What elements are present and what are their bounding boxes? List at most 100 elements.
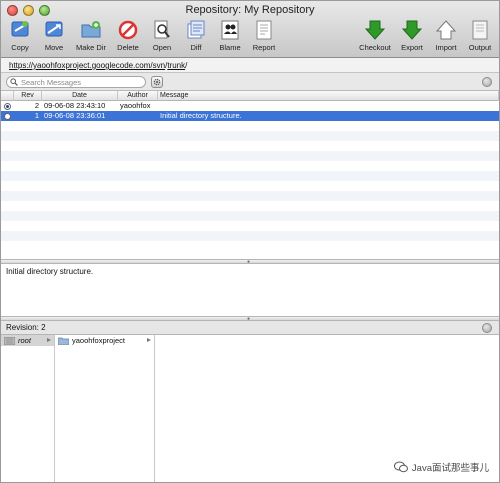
- repository-window: Repository: My Repository Copy Move Make…: [0, 0, 500, 483]
- open-icon: [154, 20, 170, 39]
- row-rev: 2: [34, 101, 39, 110]
- blame-icon: [221, 20, 239, 40]
- report-label: Report: [252, 43, 276, 52]
- browser-item-label: yaoohfoxproject: [72, 336, 125, 345]
- root-icon: [4, 336, 15, 345]
- row-date: 09-06-08 23:36:01: [44, 111, 106, 120]
- output-button[interactable]: Output: [465, 19, 495, 52]
- browser-item-folder[interactable]: yaoohfoxproject: [55, 335, 154, 346]
- open-label: Open: [152, 43, 172, 52]
- radio-icon: [4, 102, 11, 110]
- toolbar-right: Checkout Export Import Output: [357, 19, 495, 52]
- search-bar: [1, 73, 499, 91]
- import-icon: [435, 20, 457, 40]
- empty-row: [1, 211, 499, 221]
- search-options-button[interactable]: [151, 76, 163, 88]
- refresh-icon[interactable]: [482, 323, 492, 333]
- blame-button[interactable]: Blame: [215, 19, 245, 52]
- make-dir-icon: [81, 21, 101, 38]
- search-field[interactable]: [6, 76, 146, 88]
- table-rows: 2 09-06-08 23:43:10 yaoohfox 1 09-06-08 …: [1, 101, 499, 251]
- move-label: Move: [44, 43, 64, 52]
- column-header-message[interactable]: Message: [158, 91, 499, 101]
- refresh-icon[interactable]: [482, 77, 492, 87]
- delete-icon: [118, 20, 138, 40]
- row-author: yaoohfox: [120, 101, 151, 110]
- delete-button[interactable]: Delete: [113, 19, 143, 52]
- diff-icon: [187, 20, 205, 39]
- copy-button[interactable]: Copy: [5, 19, 35, 52]
- title-toolbar: Repository: My Repository Copy Move Make…: [1, 1, 499, 58]
- diff-button[interactable]: Diff: [181, 19, 211, 52]
- empty-row: [1, 141, 499, 151]
- radio-icon: [4, 112, 11, 120]
- folder-icon: [58, 337, 69, 345]
- url-path-link[interactable]: trunk: [167, 61, 185, 70]
- empty-row: [1, 181, 499, 191]
- empty-row: [1, 121, 499, 131]
- import-button[interactable]: Import: [431, 19, 461, 52]
- table-row-selected[interactable]: 1 09-06-08 23:36:01 Initial directory st…: [1, 111, 499, 121]
- empty-row: [1, 201, 499, 211]
- export-label: Export: [401, 43, 423, 52]
- watermark-text: Java面试那些事儿: [411, 463, 489, 474]
- empty-row: [1, 131, 499, 141]
- table-header: Rev Date Author Message: [1, 91, 499, 101]
- report-button[interactable]: Report: [249, 19, 279, 52]
- empty-row: [1, 221, 499, 231]
- diff-label: Diff: [190, 43, 202, 52]
- checkout-label: Checkout: [359, 43, 391, 52]
- search-icon: [10, 78, 18, 86]
- column-header-author[interactable]: Author: [118, 91, 158, 101]
- browser-column-root: root: [1, 335, 55, 482]
- column-header-rev[interactable]: Rev: [14, 91, 42, 101]
- search-input[interactable]: [21, 77, 141, 87]
- column-header-status[interactable]: [1, 91, 14, 101]
- revision-label: Revision:: [6, 323, 39, 332]
- output-label: Output: [468, 43, 492, 52]
- chevron-right-icon: [47, 338, 51, 342]
- open-button[interactable]: Open: [147, 19, 177, 52]
- browser-column-trunk: yaoohfoxproject: [55, 335, 155, 482]
- wechat-icon: [393, 461, 408, 473]
- chevron-right-icon: [147, 338, 151, 342]
- log-table: Rev Date Author Message 2 09-06-08 23:43…: [1, 91, 499, 259]
- output-icon: [472, 20, 488, 40]
- column-header-date[interactable]: Date: [42, 91, 118, 101]
- make-dir-label: Make Dir: [75, 43, 106, 52]
- gear-icon: [153, 78, 161, 86]
- row-status: [1, 111, 14, 121]
- delete-label: Delete: [117, 43, 139, 52]
- empty-row: [1, 191, 499, 201]
- make-dir-button[interactable]: Make Dir: [73, 19, 109, 52]
- watermark: Java面试那些事儿: [393, 460, 489, 474]
- revision-value: 2: [41, 323, 46, 332]
- checkout-icon: [364, 20, 386, 40]
- empty-row: [1, 171, 499, 181]
- url-base-link[interactable]: https://yaoohfoxproject.googlecode.com/s…: [9, 61, 165, 70]
- browser-item-label: root: [18, 336, 31, 345]
- copy-label: Copy: [11, 43, 29, 52]
- toolbar-left: Copy Move Make Dir Delete Open Diff Blam…: [5, 19, 279, 52]
- empty-row: [1, 161, 499, 171]
- empty-row: [1, 231, 499, 241]
- empty-row: [1, 151, 499, 161]
- url-trailing-separator: /: [185, 61, 188, 70]
- row-message: Initial directory structure.: [160, 111, 242, 120]
- move-button[interactable]: Move: [39, 19, 69, 52]
- browser-item-root[interactable]: root: [1, 335, 54, 346]
- repository-url-bar: https://yaoohfoxproject.googlecode.com/s…: [1, 58, 499, 73]
- export-button[interactable]: Export: [397, 19, 427, 52]
- window-title: Repository: My Repository: [185, 4, 315, 16]
- row-rev: 1: [34, 111, 39, 120]
- export-icon: [401, 20, 423, 40]
- row-author: [118, 111, 158, 121]
- report-icon: [256, 20, 272, 40]
- table-row[interactable]: 2 09-06-08 23:43:10 yaoohfox: [1, 101, 499, 111]
- row-message: [158, 101, 499, 111]
- row-date: 09-06-08 23:43:10: [44, 101, 106, 110]
- checkout-button[interactable]: Checkout: [357, 19, 393, 52]
- message-pane: Initial directory structure.: [1, 264, 499, 316]
- move-icon: [45, 21, 63, 37]
- empty-row: [1, 241, 499, 251]
